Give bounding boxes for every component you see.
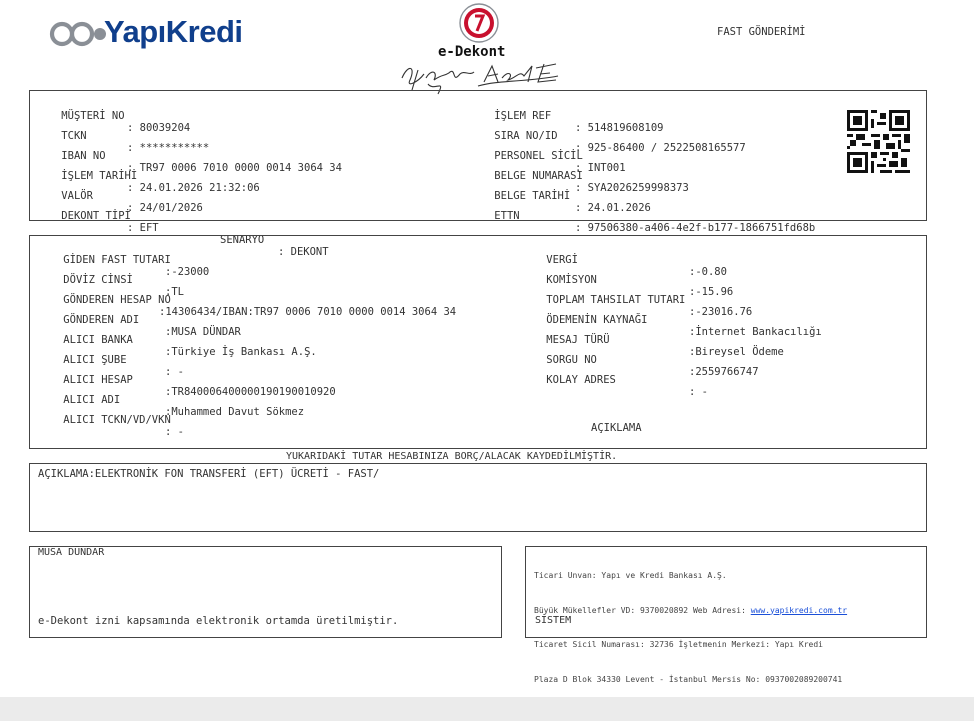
info-label: DEKONT TİPİ (61, 210, 131, 222)
info-value: : EFT (127, 222, 159, 234)
address-line: Plaza D Blok 34330 Levent - İstanbul Mer… (534, 674, 843, 684)
viewer-bottom-bar (0, 697, 974, 721)
aciklama-heading: AÇIKLAMA (591, 422, 642, 434)
transfer-value: :14306434/IBAN:TR97 0006 7010 0000 0014 … (159, 306, 457, 318)
info-value: : 24.01.2026 21:32:06 (127, 182, 260, 194)
tax-office-text: Büyük Mükellefler VD: 9370020892 Web Adr… (534, 605, 751, 615)
transfer-label: ALICI TCKN/VD/VKN (63, 414, 171, 426)
description-text: AÇIKLAMA:ELEKTRONİK FON TRANSFERİ (EFT) … (38, 468, 380, 480)
transfer-value: :2559766747 (689, 366, 759, 378)
transfer-row: ALICI TCKN/VD/VKN : - (38, 402, 184, 450)
info-value: : 514819608109 (575, 122, 664, 134)
brand-name: YapıKredi (104, 14, 243, 49)
bank-title-line: Ticari Unvan: Yapı ve Kredi Bankası A.Ş. (534, 571, 727, 580)
qr-code-icon (847, 110, 910, 173)
yapikredi-emblem-icon (49, 21, 106, 47)
transfer-row: KOLAY ADRES : - (521, 362, 708, 410)
customer-name: MUSA DÜNDAR (38, 547, 105, 558)
brand-logo: YapıKredi (46, 14, 243, 54)
document-kind: FAST GÖNDERİMİ (717, 26, 806, 38)
info-value: : TR97 0006 7010 0000 0014 3064 34 (127, 162, 342, 174)
tax-office-line: Büyük Mükellefler VD: 9370020892 Web Adr… (534, 605, 847, 617)
transfer-value: :Türkiye İş Bankası A.Ş. (165, 346, 317, 358)
info-value: : SYA2026259998373 (575, 182, 689, 194)
info-value: : 24.01.2026 (575, 202, 651, 214)
info-value: : 80039204 (127, 122, 191, 134)
website-link[interactable]: www.yapikredi.com.tr (751, 606, 847, 615)
transfer-value: :MUSA DÜNDAR (165, 326, 241, 338)
debit-credit-notice: YUKARIDAKİ TUTAR HESABINIZA BORÇ/ALACAK … (286, 451, 618, 462)
transfer-value: :-15.96 (689, 286, 734, 298)
transfer-value: : - (165, 426, 184, 438)
transfer-value: :-23000 (165, 266, 210, 278)
transfer-value: :İnternet Bankacılığı (689, 326, 822, 338)
document-title: e-Dekont (438, 44, 506, 60)
registry-line: Ticaret Sicil Numarası: 32736 İşletmenin… (534, 640, 823, 649)
transfer-label: KOLAY ADRES (546, 374, 616, 386)
transfer-value: :TR840006400000190190010920 (165, 386, 336, 398)
seal-icon (459, 3, 499, 43)
info-value: : *********** (127, 142, 210, 154)
bank-seal (459, 3, 499, 43)
transfer-value: :-23016.76 (689, 306, 753, 318)
transfer-value: :Bireysel Ödeme (689, 346, 784, 358)
transfer-value: :-0.80 (689, 266, 727, 278)
info-value: : 925-86400 / 2522508165577 (575, 142, 746, 154)
bank-legal-info: Ticari Unvan: Yapı ve Kredi Bankası A.Ş.… (534, 547, 847, 697)
info-label: ETTN (494, 210, 520, 222)
system-label: SİSTEM (535, 615, 572, 626)
transfer-value: :Muhammed Davut Sökmez (165, 406, 305, 418)
electronic-note: e-Dekont izni kapsamında elektronik orta… (38, 615, 399, 627)
info-value: : 24/01/2026 (127, 202, 203, 214)
transfer-value: : - (689, 386, 708, 398)
info-value: : 97506380-a406-4e2f-b177-1866751fd68b (575, 222, 816, 234)
transfer-value: : - (165, 366, 184, 378)
